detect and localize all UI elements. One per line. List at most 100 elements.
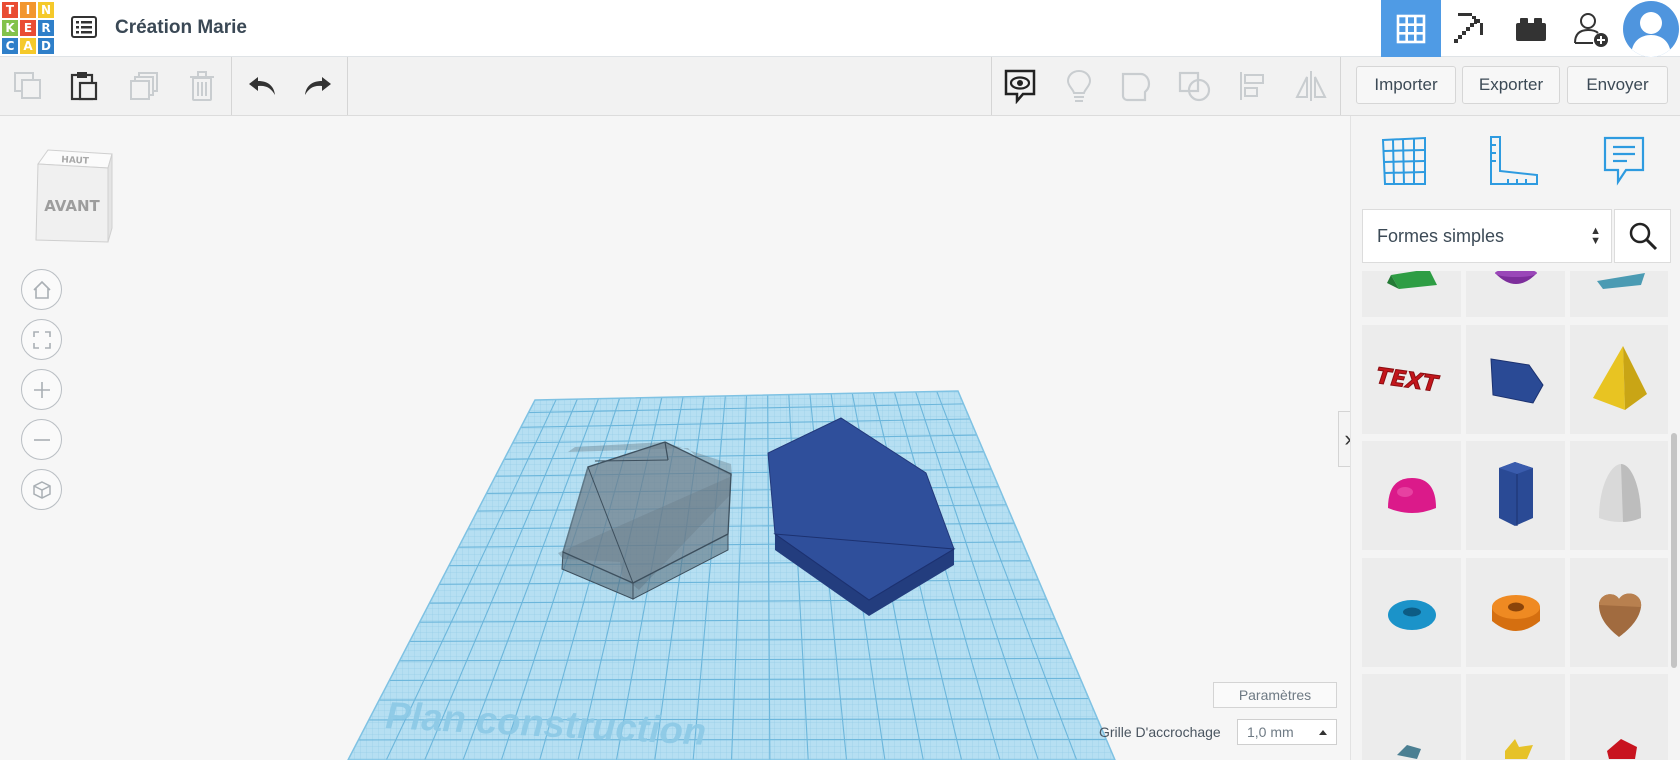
heart-brown-icon: [1598, 592, 1641, 637]
plus-icon: [33, 381, 50, 398]
avatar-icon: [1622, 0, 1679, 57]
pyramid-yellow-icon: [1592, 345, 1647, 410]
user-avatar[interactable]: [1621, 0, 1680, 57]
import-button[interactable]: Importer: [1356, 66, 1456, 104]
logo-letter: A: [20, 38, 36, 54]
zoom-in-button[interactable]: [21, 369, 62, 410]
shape-tile[interactable]: [1570, 325, 1668, 434]
toolbar-separator: [347, 57, 348, 115]
export-button[interactable]: Exporter: [1462, 66, 1560, 104]
shape-tile[interactable]: [1466, 325, 1565, 434]
view-cube-top-label: HAUT: [61, 155, 90, 166]
settings-button[interactable]: Paramètres: [1213, 682, 1337, 708]
shape-tile[interactable]: [1466, 674, 1565, 760]
shape-tile[interactable]: [1466, 271, 1565, 317]
mirror-icon: [1295, 71, 1327, 101]
wedge-green-icon: [1386, 271, 1437, 289]
shape-tile[interactable]: [1466, 558, 1565, 667]
copy-icon: [14, 72, 41, 99]
workplane-scene: Plan construction: [347, 390, 1116, 760]
shape-tile[interactable]: [1570, 271, 1668, 317]
logo-letter: I: [20, 2, 36, 18]
invite-user-button[interactable]: [1561, 0, 1621, 57]
search-icon: [1629, 222, 1657, 251]
logo-letter: E: [20, 20, 36, 36]
fit-view-button[interactable]: [21, 319, 62, 360]
hexagonal-prism-blue-icon: [1498, 461, 1533, 526]
home-icon: [32, 280, 51, 299]
group-icon: [1121, 72, 1151, 102]
shape-tile[interactable]: [1466, 441, 1565, 550]
minecraft-tab[interactable]: [1441, 0, 1501, 57]
shape-tile[interactable]: [1570, 674, 1668, 760]
delete-icon: [190, 71, 214, 101]
shapes-panel: Formes simples ▲ ▼ TEXT: [1350, 116, 1680, 760]
star-yellow-icon: [1504, 738, 1533, 759]
align-button[interactable]: [1231, 65, 1275, 107]
star-teal-icon: [1396, 744, 1421, 759]
design-menu-button[interactable]: [68, 12, 100, 42]
hint-button[interactable]: [1057, 65, 1101, 107]
snap-grid-select[interactable]: 1,0 mm: [1237, 719, 1337, 745]
shape-library-value: Formes simples: [1377, 225, 1505, 246]
delete-button[interactable]: [180, 65, 224, 107]
logo-letter: N: [38, 2, 54, 18]
group-button[interactable]: [1115, 65, 1159, 107]
3d-viewport[interactable]: Plan construction HAUT AVANT Paramètres …: [0, 116, 1350, 760]
notes-tool-button[interactable]: [1594, 131, 1654, 191]
duplicate-button[interactable]: [122, 65, 166, 107]
ungroup-icon: [1178, 71, 1211, 102]
mirror-button[interactable]: [1289, 65, 1333, 107]
toolbar-separator: [1340, 57, 1341, 115]
undo-button[interactable]: [240, 65, 284, 107]
shape-library-select[interactable]: Formes simples ▲ ▼: [1362, 209, 1612, 263]
pickaxe-icon: [1454, 12, 1483, 43]
send-button[interactable]: Envoyer: [1567, 66, 1668, 104]
snap-grid-label: Grille D'accrochage: [1099, 724, 1221, 740]
caret-up-icon: [1319, 730, 1327, 735]
ungroup-button[interactable]: [1173, 65, 1217, 107]
shape-tile[interactable]: TEXT: [1362, 325, 1461, 434]
shape-tile[interactable]: [1362, 558, 1461, 667]
shape-tile[interactable]: [1362, 441, 1461, 550]
bricks-tab[interactable]: [1501, 0, 1561, 57]
workplane-grid-icon: [1381, 136, 1426, 185]
copy-button[interactable]: [6, 65, 50, 107]
toolbar-separator: [991, 57, 992, 115]
logo-letter: T: [2, 2, 18, 18]
panel-collapse-handle[interactable]: ›: [1338, 411, 1350, 467]
shape-search-button[interactable]: [1614, 209, 1671, 263]
logo-letter: C: [2, 38, 18, 54]
perspective-toggle-button[interactable]: [21, 469, 62, 510]
shape-tile[interactable]: [1570, 558, 1668, 667]
lightbulb-icon: [1066, 69, 1092, 102]
half-sphere-pink-icon: [1387, 477, 1436, 513]
3d-design-tab[interactable]: [1381, 0, 1441, 57]
shape-tile[interactable]: [1570, 441, 1668, 550]
polyhedron-red-icon: [1606, 738, 1637, 759]
tube-orange-icon: [1491, 594, 1540, 631]
shape-tile[interactable]: [1362, 674, 1461, 760]
shape-tile[interactable]: [1362, 271, 1461, 317]
design-title[interactable]: Création Marie: [115, 17, 247, 39]
polygon-blue-icon: [1489, 357, 1544, 404]
home-view-button[interactable]: [21, 269, 62, 310]
view-cube-front-label: AVANT: [44, 197, 100, 215]
minus-icon: [33, 438, 50, 441]
view-cube[interactable]: HAUT AVANT: [30, 146, 114, 246]
ruler-tool-button[interactable]: [1484, 131, 1544, 191]
list-icon: [71, 16, 97, 38]
brick-icon: [1516, 17, 1546, 41]
text-shape-icon: TEXT: [1372, 363, 1442, 398]
shapes-scrollbar[interactable]: [1671, 433, 1677, 668]
redo-button[interactable]: [296, 65, 340, 107]
undo-icon: [249, 77, 275, 95]
updown-arrows-icon: ▲ ▼: [1590, 225, 1601, 247]
tinkercad-logo[interactable]: TIN KER CAD: [2, 2, 54, 54]
logo-letter: R: [38, 20, 54, 36]
zoom-out-button[interactable]: [21, 419, 62, 460]
paste-button[interactable]: [62, 65, 106, 107]
ruler-icon: [1490, 136, 1538, 185]
workplane-tool-button[interactable]: [1374, 131, 1434, 191]
notes-visibility-button[interactable]: [998, 65, 1042, 107]
